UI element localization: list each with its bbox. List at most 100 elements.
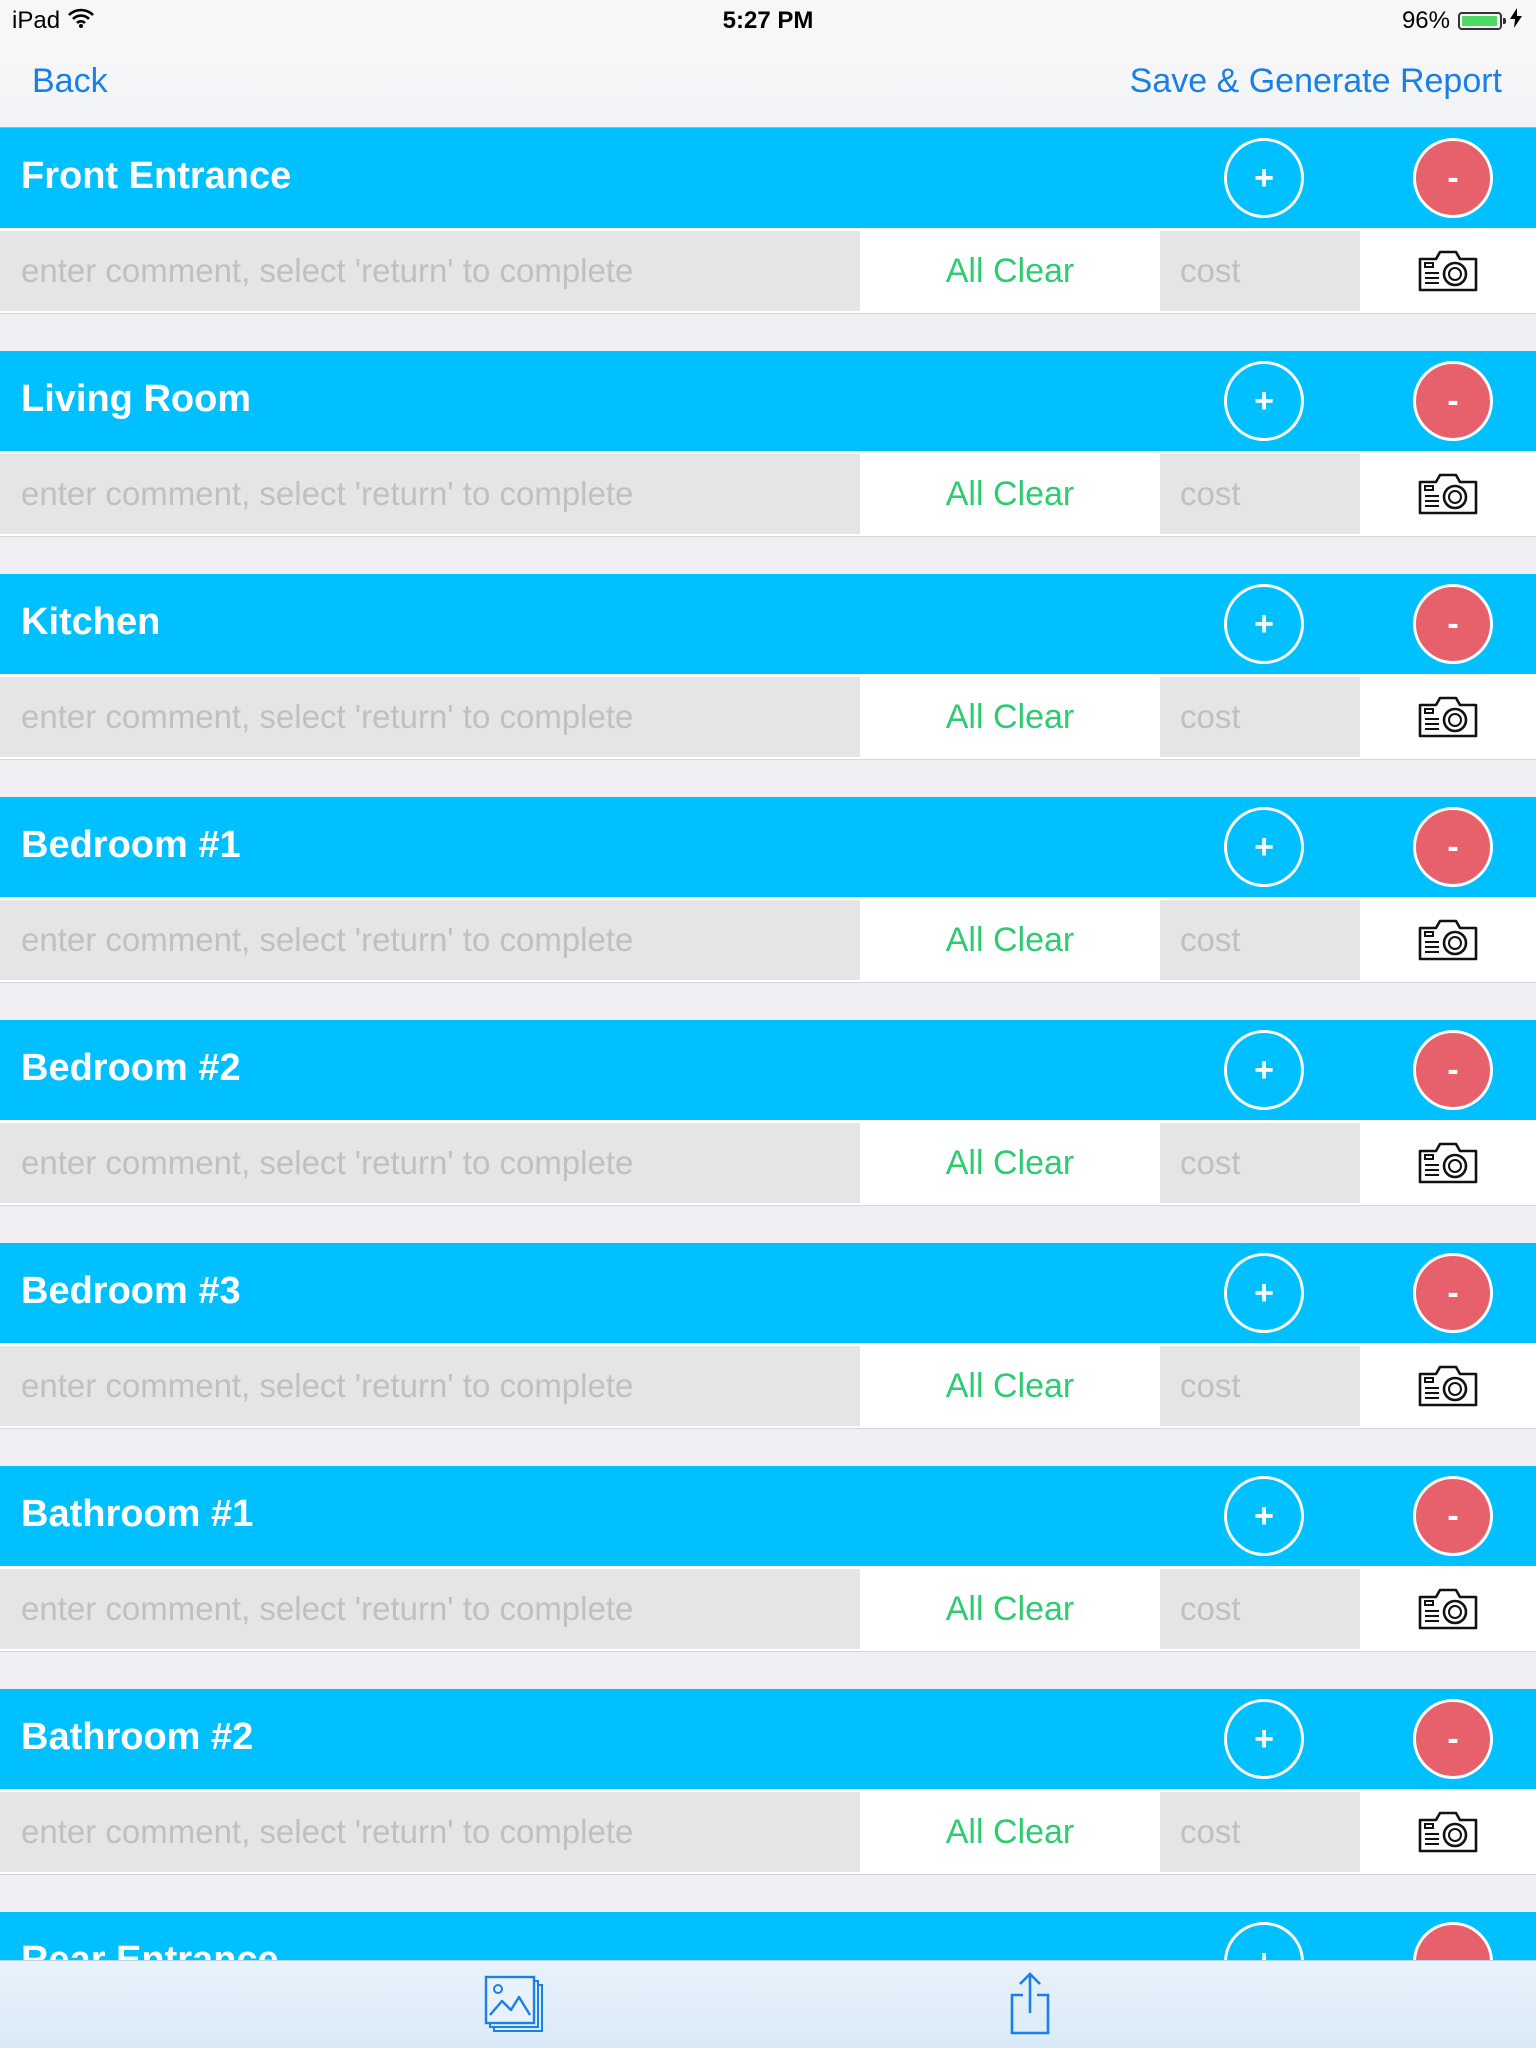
plus-icon: + (1254, 1051, 1274, 1089)
add-item-button[interactable]: + (1224, 1253, 1304, 1333)
comment-input[interactable] (0, 677, 860, 757)
add-item-button[interactable]: + (1224, 584, 1304, 664)
room-item-row: All Clear (0, 1343, 1536, 1429)
room-list[interactable]: Front Entrance + - All Clear Living Room + - Al… (0, 128, 1536, 1960)
comment-input[interactable] (0, 231, 860, 311)
room-item-row: All Clear (0, 1566, 1536, 1652)
minus-icon: - (1447, 1274, 1459, 1312)
all-clear-button[interactable]: All Clear (860, 677, 1160, 757)
back-button[interactable]: Back (32, 62, 108, 101)
plus-icon: + (1254, 382, 1274, 420)
photo-gallery-button[interactable] (484, 1975, 546, 2035)
cost-input[interactable] (1160, 231, 1360, 311)
room-title: Bathroom #2 (21, 1716, 254, 1758)
room-title: Bathroom #1 (21, 1493, 254, 1535)
share-button[interactable] (1008, 1971, 1052, 2037)
plus-icon: + (1254, 1720, 1274, 1758)
all-clear-button[interactable]: All Clear (860, 231, 1160, 311)
add-item-button[interactable]: + (1224, 1030, 1304, 1110)
room-item-row: All Clear (0, 674, 1536, 760)
room-section: Living Room + - All Clear (0, 351, 1536, 537)
comment-input[interactable] (0, 1569, 860, 1649)
cost-input[interactable] (1160, 1569, 1360, 1649)
add-item-button[interactable]: + (1224, 138, 1304, 218)
room-header: Bathroom #2 + - (0, 1689, 1536, 1789)
app-screen: iPad 5:27 PM 96% Back Save & Generate Re… (0, 0, 1536, 2048)
room-title: Rear Entrance (21, 1939, 279, 1960)
add-item-button[interactable]: + (1224, 361, 1304, 441)
cost-input[interactable] (1160, 1346, 1360, 1426)
room-title: Front Entrance (21, 155, 292, 197)
plus-icon: + (1254, 159, 1274, 197)
room-header: Kitchen + - (0, 574, 1536, 674)
comment-input[interactable] (0, 1123, 860, 1203)
cost-input[interactable] (1160, 1792, 1360, 1872)
plus-icon: + (1254, 1274, 1274, 1312)
all-clear-button[interactable]: All Clear (860, 454, 1160, 534)
add-item-button[interactable]: + (1224, 807, 1304, 887)
photo-gallery-icon (484, 1975, 543, 2032)
all-clear-button[interactable]: All Clear (860, 900, 1160, 980)
comment-input[interactable] (0, 1792, 860, 1872)
cost-input[interactable] (1160, 900, 1360, 980)
room-section: Rear Entrance+-All Clear (0, 1912, 1536, 1960)
room-title: Kitchen (21, 601, 161, 643)
remove-room-button[interactable]: - (1413, 807, 1493, 887)
plus-icon: + (1254, 605, 1274, 643)
room-header: Front Entrance + - (0, 128, 1536, 228)
cost-input[interactable] (1160, 454, 1360, 534)
room-header: Bedroom #3 + - (0, 1243, 1536, 1343)
minus-icon: - (1447, 828, 1459, 866)
camera-icon (1418, 1588, 1478, 1630)
minus-icon: - (1447, 1497, 1459, 1535)
comment-input[interactable] (0, 454, 860, 534)
remove-room-button[interactable]: - (1413, 584, 1493, 664)
minus-icon: - (1447, 1051, 1459, 1089)
camera-button[interactable] (1360, 454, 1536, 534)
camera-icon (1418, 919, 1478, 961)
remove-room-button[interactable]: - (1413, 138, 1493, 218)
all-clear-button[interactable]: All Clear (860, 1346, 1160, 1426)
cost-input[interactable] (1160, 677, 1360, 757)
all-clear-button[interactable]: All Clear (860, 1792, 1160, 1872)
all-clear-button[interactable]: All Clear (860, 1569, 1160, 1649)
minus-icon: - (1447, 159, 1459, 197)
room-header: Living Room + - (0, 351, 1536, 451)
minus-icon: - (1447, 1720, 1459, 1758)
camera-button[interactable] (1360, 1792, 1536, 1872)
save-generate-report-button[interactable]: Save & Generate Report (1130, 62, 1502, 101)
plus-icon: + (1254, 828, 1274, 866)
status-bar: iPad 5:27 PM 96% (0, 0, 1536, 40)
room-item-row: All Clear (0, 228, 1536, 314)
camera-button[interactable] (1360, 231, 1536, 311)
room-item-row: All Clear (0, 451, 1536, 537)
add-item-button[interactable]: + (1224, 1699, 1304, 1779)
room-section: Kitchen + - All Clear (0, 574, 1536, 760)
comment-input[interactable] (0, 900, 860, 980)
remove-room-button[interactable]: - (1413, 1476, 1493, 1556)
camera-button[interactable] (1360, 1123, 1536, 1203)
camera-button[interactable] (1360, 900, 1536, 980)
room-header: Bathroom #1 + - (0, 1466, 1536, 1566)
camera-button[interactable] (1360, 1346, 1536, 1426)
room-section: Front Entrance + - All Clear (0, 128, 1536, 314)
battery-percent: 96% (1401, 7, 1450, 34)
room-section: Bathroom #2 + - All Clear (0, 1689, 1536, 1875)
camera-button[interactable] (1360, 1569, 1536, 1649)
room-title: Bedroom #3 (21, 1270, 241, 1312)
add-item-button[interactable]: + (1224, 1922, 1304, 1960)
remove-room-button[interactable]: - (1413, 1030, 1493, 1110)
remove-room-button[interactable]: - (1413, 361, 1493, 441)
remove-room-button[interactable]: - (1413, 1699, 1493, 1779)
cost-input[interactable] (1160, 1123, 1360, 1203)
remove-room-button[interactable]: - (1413, 1253, 1493, 1333)
camera-button[interactable] (1360, 677, 1536, 757)
all-clear-button[interactable]: All Clear (860, 1123, 1160, 1203)
camera-icon (1418, 473, 1478, 515)
add-item-button[interactable]: + (1224, 1476, 1304, 1556)
remove-room-button[interactable]: - (1413, 1922, 1493, 1960)
share-icon (1010, 1972, 1050, 2035)
room-section: Bedroom #2 + - All Clear (0, 1020, 1536, 1206)
room-item-row: All Clear (0, 1120, 1536, 1206)
comment-input[interactable] (0, 1346, 860, 1426)
